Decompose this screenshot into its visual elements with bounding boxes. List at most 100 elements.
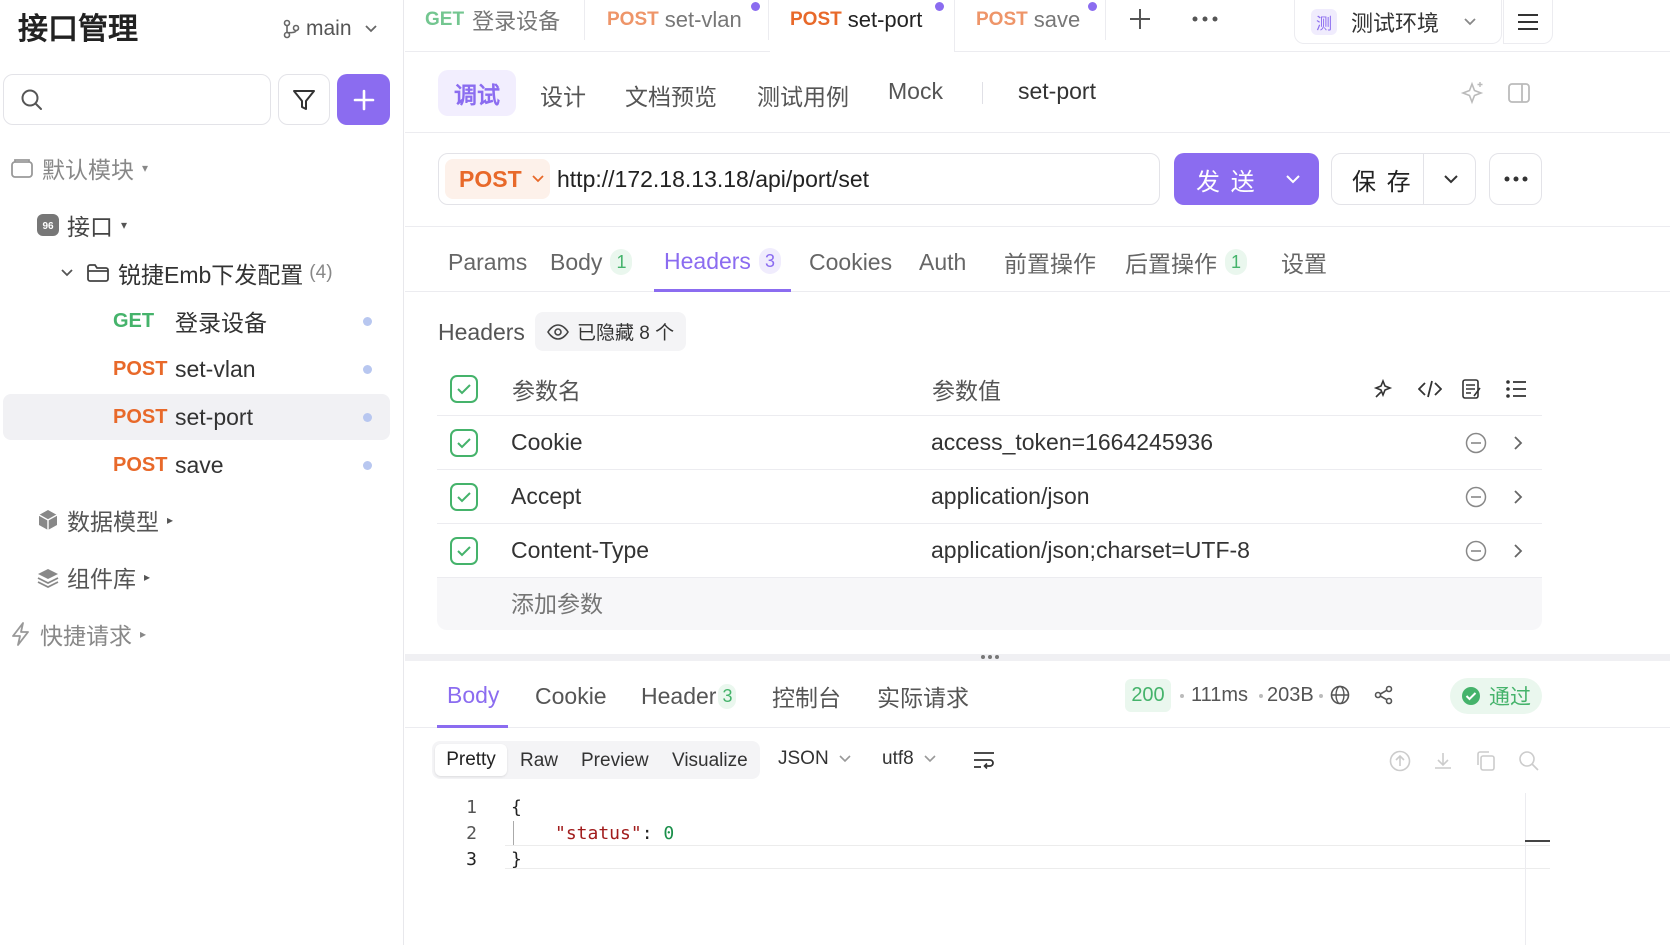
share-icon[interactable]: [1374, 685, 1394, 705]
tab-debug[interactable]: 调试: [438, 70, 516, 116]
headers-table-head: 参数名 参数值: [437, 362, 1542, 416]
search-icon[interactable]: [1518, 750, 1540, 772]
branch-selector[interactable]: main: [282, 14, 378, 44]
ai-sparkle-button[interactable]: [1459, 80, 1485, 106]
code-scrollbar[interactable]: [1525, 793, 1550, 945]
tab-post-set-vlan[interactable]: POST set-vlan: [586, 0, 769, 40]
tree-item-post-save[interactable]: POST save: [0, 442, 404, 488]
param-value[interactable]: application/json: [931, 483, 1090, 510]
word-wrap-icon[interactable]: [973, 750, 995, 770]
filter-button[interactable]: [278, 74, 330, 125]
resp-tab-actual-request[interactable]: 实际请求: [877, 676, 969, 716]
view-preview[interactable]: Preview: [581, 750, 649, 772]
param-value[interactable]: application/json;charset=UTF-8: [931, 537, 1250, 564]
copy-icon[interactable]: [1475, 750, 1497, 772]
magic-wand-icon[interactable]: [1373, 378, 1395, 400]
url-bar: POST: [438, 153, 1160, 205]
row-checkbox[interactable]: [450, 536, 478, 565]
menu-button[interactable]: [1503, 0, 1553, 44]
env-badge: 测: [1311, 8, 1337, 35]
send-button[interactable]: 发 送: [1174, 153, 1319, 205]
tree-default-module[interactable]: 默认模块 ▾: [0, 145, 404, 191]
tree-data-models[interactable]: 数据模型 ▸: [0, 497, 404, 543]
tab-auth[interactable]: Auth: [919, 242, 966, 282]
save-button[interactable]: 保 存: [1331, 153, 1476, 205]
view-visualize[interactable]: Visualize: [672, 750, 748, 772]
drag-handle-icon[interactable]: [980, 654, 1000, 660]
new-tab-button[interactable]: [1127, 6, 1153, 32]
add-param-input[interactable]: [493, 584, 907, 624]
tree-item-post-set-port[interactable]: POST set-port: [3, 394, 390, 440]
tree-item-get-login[interactable]: GET 登录设备: [0, 298, 404, 344]
view-raw[interactable]: Raw: [520, 750, 558, 772]
tab-doc-preview[interactable]: 文档预览: [625, 78, 717, 112]
param-name[interactable]: Content-Type: [511, 537, 649, 564]
resp-tab-cookie[interactable]: Cookie: [535, 676, 607, 716]
resp-tab-header[interactable]: Header 3: [641, 676, 737, 716]
cube-icon: [37, 509, 59, 531]
bulk-edit-icon[interactable]: [1461, 378, 1483, 400]
tab-mock[interactable]: Mock: [888, 78, 943, 105]
chevron-right-icon[interactable]: [1513, 543, 1523, 559]
chevron-right-icon[interactable]: [1513, 489, 1523, 505]
caret-down-icon: ▾: [121, 218, 128, 232]
env-name: 测试环境: [1351, 10, 1440, 36]
environment-selector[interactable]: 测 测试环境: [1294, 0, 1502, 44]
search-box[interactable]: [3, 74, 271, 125]
resp-tab-body[interactable]: Body: [437, 676, 508, 728]
format-select[interactable]: JSON: [778, 748, 851, 770]
add-button[interactable]: [337, 74, 390, 125]
tab-body[interactable]: Body 1: [550, 242, 633, 282]
list-settings-icon[interactable]: [1505, 379, 1527, 399]
api-icon: 96: [37, 214, 59, 236]
divider: [982, 82, 983, 104]
remove-icon[interactable]: [1465, 432, 1487, 454]
tab-cookies[interactable]: Cookies: [809, 242, 892, 282]
tab-post-set-port[interactable]: POST set-port: [770, 0, 955, 52]
chevron-down-icon: [1463, 17, 1477, 27]
select-all-checkbox[interactable]: [450, 374, 478, 403]
tab-test-cases[interactable]: 测试用例: [757, 78, 849, 112]
param-name[interactable]: Accept: [511, 483, 581, 510]
code-viewer[interactable]: 1 2 3 { "status": 0 }: [405, 793, 1550, 945]
chevron-down-icon[interactable]: [1443, 174, 1459, 184]
method-select[interactable]: POST: [445, 159, 550, 199]
remove-icon[interactable]: [1465, 486, 1487, 508]
tree-item-post-set-vlan[interactable]: POST set-vlan: [0, 346, 404, 392]
resp-tab-console[interactable]: 控制台: [772, 676, 841, 716]
search-input[interactable]: [54, 89, 254, 110]
tab-pre-ops[interactable]: 前置操作: [1004, 242, 1096, 282]
tree-components[interactable]: 组件库 ▸: [0, 554, 404, 600]
response-size: 203B: [1267, 684, 1314, 706]
tab-post-ops[interactable]: 后置操作 1: [1125, 242, 1248, 282]
row-checkbox[interactable]: [450, 482, 478, 511]
view-pretty[interactable]: Pretty: [435, 744, 507, 776]
tab-post-save[interactable]: POST save: [956, 0, 1106, 40]
encoding-select[interactable]: utf8: [882, 748, 936, 770]
panel-toggle-button[interactable]: [1507, 81, 1531, 105]
tab-headers[interactable]: Headers 3: [654, 242, 791, 292]
globe-icon[interactable]: [1330, 685, 1350, 705]
tab-get-login[interactable]: GET 登录设备: [405, 0, 585, 40]
param-name[interactable]: Cookie: [511, 429, 583, 456]
line-number: 1: [466, 797, 477, 818]
param-value[interactable]: access_token=1664245936: [931, 429, 1213, 456]
chevron-right-icon[interactable]: [1513, 435, 1523, 451]
tab-settings[interactable]: 设置: [1281, 242, 1327, 282]
code-icon[interactable]: [1418, 379, 1442, 399]
tree-api-root[interactable]: 96 接口 ▾: [0, 202, 404, 248]
splitter[interactable]: [405, 654, 1670, 661]
tab-params[interactable]: Params: [448, 242, 527, 282]
row-checkbox[interactable]: [450, 428, 478, 457]
tab-design[interactable]: 设计: [540, 78, 586, 112]
chevron-down-icon[interactable]: [1285, 174, 1301, 184]
url-input[interactable]: [557, 162, 1147, 196]
more-actions-button[interactable]: [1489, 153, 1542, 205]
upload-icon[interactable]: [1389, 750, 1411, 772]
more-tabs-button[interactable]: [1191, 6, 1219, 32]
download-icon[interactable]: [1432, 750, 1454, 772]
hidden-headers-toggle[interactable]: 已隐藏 8 个: [535, 312, 686, 351]
remove-icon[interactable]: [1465, 540, 1487, 562]
tree-folder[interactable]: 锐捷Emb下发配置 (4): [0, 250, 404, 296]
tree-quick-request[interactable]: 快捷请求 ▸: [0, 611, 404, 657]
